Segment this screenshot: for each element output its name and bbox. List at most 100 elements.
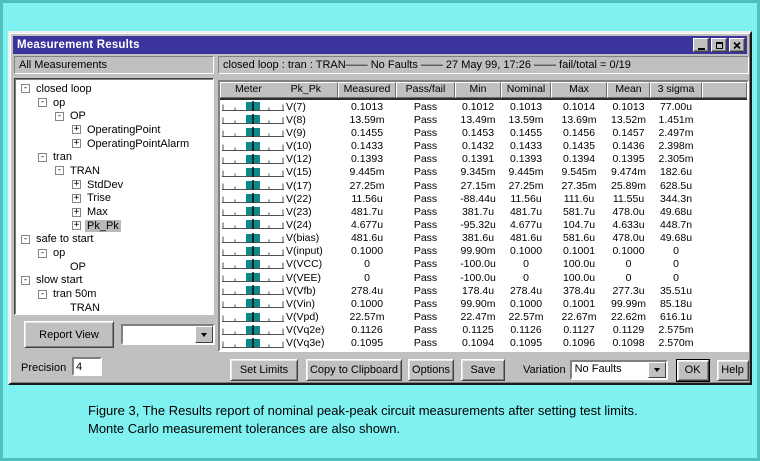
cell-measured: 11.56u [338,193,396,205]
table-row[interactable]: V(bias) 481.6u Pass 381.6u 481.6u 581.6u… [220,232,747,245]
cell-pass-fail: Pass [396,140,455,152]
meter-icon [222,285,284,296]
tree-item-op[interactable]: -OP [15,109,213,123]
collapse-icon[interactable]: - [38,290,47,299]
table-row[interactable]: V(12) 0.1393 Pass 0.1391 0.1393 0.1394 0… [220,153,747,166]
tree-item-op[interactable]: -op [15,96,213,110]
tree-item-max[interactable]: +Max [15,205,213,219]
table-row[interactable]: V(15) 9.445m Pass 9.345m 9.445m 9.545m 9… [220,166,747,179]
cell-3sigma: 77.00u [650,101,702,113]
meter-cell: V(bias) [220,232,338,244]
table-row[interactable]: V(24) 4.677u Pass -95.32u 4.677u 104.7u … [220,218,747,231]
cell-measured: 0.1433 [338,140,396,152]
table-row[interactable]: V(VEE) 0 Pass -100.0u 0 100.0u 0 0 [220,271,747,284]
table-row[interactable]: V(17) 27.25m Pass 27.15m 27.25m 27.35m 2… [220,179,747,192]
cell-max: 9.545m [551,166,607,178]
collapse-icon[interactable]: - [21,84,30,93]
collapse-icon[interactable]: - [38,153,47,162]
expand-icon[interactable]: + [72,180,81,189]
copy-to-clipboard-button[interactable]: Copy to Clipboard [306,359,402,381]
cell-mean: 22.62m [607,311,650,323]
cell-nominal: 22.57m [501,311,551,323]
table-row[interactable]: V(23) 481.7u Pass 381.7u 481.7u 581.7u 4… [220,205,747,218]
table-row[interactable]: V(Vq3e) 0.1095 Pass 0.1094 0.1095 0.1096… [220,337,747,350]
tree-item-tran-50m[interactable]: -tran 50m [15,287,213,301]
table-row[interactable]: V(Vin) 0.1000 Pass 99.90m 0.1000 0.1001 … [220,297,747,310]
cell-measured: 13.59m [338,114,396,126]
cell-3sigma: 182.6u [650,166,702,178]
expand-icon[interactable]: + [72,194,81,203]
cell-pass-fail: Pass [396,298,455,310]
report-combobox[interactable] [121,324,215,345]
tree-item-op[interactable]: OP [15,260,213,274]
minimize-button[interactable] [693,38,709,52]
table-row[interactable]: V(input) 0.1000 Pass 99.90m 0.1000 0.100… [220,245,747,258]
tree-item-tran[interactable]: -tran [15,150,213,164]
cell-nominal: 27.25m [501,180,551,192]
report-combobox-arrow-button[interactable] [195,326,213,343]
expand-icon[interactable]: + [72,139,81,148]
tree-item-trise[interactable]: +Trise [15,192,213,206]
table-row[interactable]: V(22) 11.56u Pass -88.44u 11.56u 111.6u … [220,192,747,205]
title-bar[interactable]: Measurement Results [13,36,747,54]
collapse-icon[interactable]: - [21,235,30,244]
options-button[interactable]: Options [408,359,454,381]
expand-icon[interactable]: + [72,221,81,230]
table-body[interactable]: V(7) 0.1013 Pass 0.1012 0.1013 0.1014 0.… [220,100,747,350]
tree-label: OperatingPointAlarm [85,138,191,150]
cell-3sigma: 49.68u [650,232,702,244]
tree-item-closed-loop[interactable]: -closed loop [15,82,213,96]
cell-min: -100.0u [455,258,501,270]
table-row[interactable]: V(Vpd) 22.57m Pass 22.47m 22.57m 22.67m … [220,311,747,324]
cell-measured: 0.1455 [338,127,396,139]
table-row[interactable]: V(7) 0.1013 Pass 0.1012 0.1013 0.1014 0.… [220,100,747,113]
table-row[interactable]: V(10) 0.1433 Pass 0.1432 0.1433 0.1435 0… [220,139,747,152]
tree-item-safe-to-start[interactable]: -safe to start [15,233,213,247]
variation-combobox[interactable]: No Faults [570,360,668,380]
variation-combobox-arrow-button[interactable] [648,362,666,378]
tree-item-op[interactable]: -op [15,246,213,260]
collapse-icon[interactable]: - [55,166,64,175]
close-button[interactable] [729,38,745,52]
header-measured[interactable]: Measured [338,82,396,98]
cell-nominal: 9.445m [501,166,551,178]
tree-item-tran[interactable]: TRAN [15,301,213,315]
help-button[interactable]: Help [717,360,749,381]
collapse-icon[interactable]: - [21,276,30,285]
precision-input[interactable] [72,357,102,376]
ok-button[interactable]: OK [677,360,709,381]
expand-icon[interactable]: + [72,125,81,134]
measurement-name: V(input) [286,245,323,257]
collapse-icon[interactable]: - [55,112,64,121]
measurement-tree[interactable]: -closed loop-op-OP+OperatingPoint+Operat… [14,78,214,315]
tree-item-pk-pk[interactable]: +Pk_Pk [15,219,213,233]
cell-max: 104.7u [551,219,607,231]
header-min[interactable]: Min [455,82,501,98]
header-filler [702,82,747,98]
header-max[interactable]: Max [551,82,607,98]
meter-cell: V(Vpd) [220,311,338,323]
header-nominal[interactable]: Nominal [501,82,551,98]
table-row[interactable]: V(9) 0.1455 Pass 0.1453 0.1455 0.1456 0.… [220,126,747,139]
report-view-button[interactable]: Report View [24,321,114,348]
header-pass-fail[interactable]: Pass/fail [396,82,455,98]
expand-icon[interactable]: + [72,208,81,217]
header-meter-pkpk[interactable]: Meter Pk_Pk [220,82,338,98]
tree-item-stddev[interactable]: +StdDev [15,178,213,192]
set-limits-button[interactable]: Set Limits [230,359,298,381]
save-button[interactable]: Save [461,359,505,381]
restore-button[interactable] [711,38,727,52]
table-row[interactable]: V(8) 13.59m Pass 13.49m 13.59m 13.69m 13… [220,113,747,126]
table-row[interactable]: V(VCC) 0 Pass -100.0u 0 100.0u 0 0 [220,258,747,271]
header-3sigma[interactable]: 3 sigma [650,82,702,98]
table-row[interactable]: V(Vfb) 278.4u Pass 178.4u 278.4u 378.4u … [220,284,747,297]
header-mean[interactable]: Mean [607,82,650,98]
tree-item-operatingpoint[interactable]: +OperatingPoint [15,123,213,137]
tree-item-operatingpointalarm[interactable]: + OperatingPointAlarm [15,137,213,151]
collapse-icon[interactable]: - [38,98,47,107]
collapse-icon[interactable]: - [38,249,47,258]
tree-item-slow-start[interactable]: -slow start [15,274,213,288]
table-row[interactable]: V(Vq2e) 0.1126 Pass 0.1125 0.1126 0.1127… [220,324,747,337]
meter-cell: V(15) [220,166,338,178]
tree-item-tran[interactable]: -TRAN [15,164,213,178]
